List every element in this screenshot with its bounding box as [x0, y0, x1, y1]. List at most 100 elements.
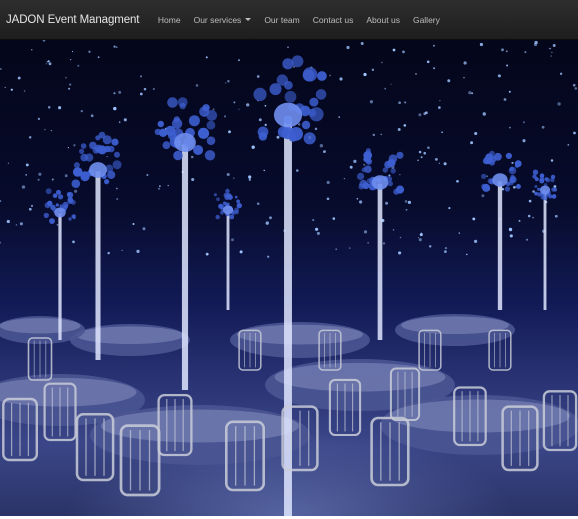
star-light — [264, 104, 267, 107]
nav-item-our-team[interactable]: Our team — [258, 15, 306, 25]
star-light — [140, 75, 142, 78]
flower-bloom — [302, 67, 318, 82]
flower-bloom — [544, 177, 549, 181]
flower-bloom — [80, 153, 88, 162]
star-light — [157, 187, 161, 190]
star-light — [0, 200, 2, 203]
flower-bloom — [510, 174, 515, 180]
flower-bloom — [111, 138, 119, 146]
star-light — [115, 46, 118, 48]
star-light — [47, 106, 51, 109]
nav-item-home[interactable]: Home — [151, 15, 187, 25]
star-light — [343, 177, 346, 180]
flower-bloom — [539, 178, 545, 184]
flower-bloom — [364, 156, 371, 163]
star-light — [360, 42, 364, 45]
star-light — [438, 106, 441, 109]
star-light — [312, 219, 315, 222]
star-light — [248, 178, 251, 181]
star-light — [573, 131, 576, 135]
star-light — [90, 114, 94, 118]
star-light — [353, 159, 357, 164]
star-light — [392, 48, 396, 52]
star-light — [472, 217, 476, 221]
star-light — [38, 172, 42, 176]
star-light — [371, 68, 375, 71]
nav-item-label: Gallery — [412, 14, 440, 25]
flower-bloom — [43, 212, 49, 219]
flower-bloom — [532, 169, 539, 175]
star-light — [444, 250, 447, 253]
star-light — [68, 87, 71, 90]
star-light — [532, 190, 535, 193]
brand-link[interactable]: JADON Event Managment — [0, 14, 151, 26]
star-light — [31, 49, 33, 51]
caret-down-icon — [245, 18, 252, 21]
star-light — [404, 200, 408, 203]
flower-bloom — [236, 202, 242, 209]
star-light — [549, 47, 551, 50]
star-light — [528, 199, 532, 203]
flower-bloom — [487, 178, 493, 184]
flower-bloom — [79, 148, 85, 154]
nav-item-label: Home — [157, 14, 181, 25]
flower-bloom — [284, 90, 297, 103]
nav-item-about-us[interactable]: About us — [360, 15, 407, 25]
flower-bloom — [552, 194, 557, 199]
star-light — [438, 162, 440, 164]
star-light — [10, 88, 13, 91]
star-light — [65, 76, 67, 79]
flower-bloom — [55, 203, 59, 207]
flower-bloom — [494, 152, 502, 161]
star-light — [447, 79, 451, 83]
flower-bloom — [395, 185, 405, 194]
flower-bloom — [157, 120, 164, 128]
star-light — [418, 150, 422, 154]
star-light — [505, 50, 508, 53]
star-light — [511, 162, 513, 164]
nav-item-our-services[interactable]: Our services — [187, 15, 258, 25]
flower-bloom — [206, 120, 216, 130]
star-light — [392, 229, 395, 231]
star-light — [48, 62, 52, 66]
table-top-highlight — [401, 316, 509, 335]
star-light — [88, 50, 91, 53]
star-light — [551, 51, 553, 54]
star-light — [21, 185, 26, 189]
star-light — [143, 87, 147, 91]
star-light — [513, 185, 516, 189]
star-light — [553, 185, 557, 188]
nav-item-label: Our services — [193, 14, 242, 25]
star-light — [326, 180, 330, 185]
star-light — [80, 109, 83, 113]
star-light — [67, 147, 69, 149]
star-light — [314, 227, 319, 231]
flower-bloom — [227, 194, 233, 200]
star-light — [107, 251, 110, 255]
star-light — [349, 165, 353, 169]
star-light — [426, 60, 430, 64]
flower-bloom — [45, 188, 52, 195]
star-light — [552, 44, 556, 47]
star-light — [314, 127, 318, 131]
nav-item-gallery[interactable]: Gallery — [406, 15, 446, 25]
flower-bloom — [52, 193, 58, 198]
star-light — [346, 45, 350, 50]
flower-bloom — [364, 165, 372, 173]
star-light — [486, 175, 488, 177]
star-light — [17, 76, 21, 80]
star-light — [7, 162, 9, 164]
star-light — [448, 207, 451, 210]
star-light — [58, 106, 62, 110]
star-light — [363, 72, 367, 77]
star-light — [433, 67, 436, 70]
table-top-highlight — [76, 326, 184, 345]
star-light — [19, 222, 23, 226]
flower-bloom — [234, 195, 238, 199]
flower-bloom — [202, 104, 210, 112]
star-light — [471, 92, 474, 95]
star-light — [399, 173, 401, 176]
nav-item-contact-us[interactable]: Contact us — [306, 15, 360, 25]
flower-bloom — [188, 115, 200, 127]
flower-bloom — [215, 214, 220, 220]
